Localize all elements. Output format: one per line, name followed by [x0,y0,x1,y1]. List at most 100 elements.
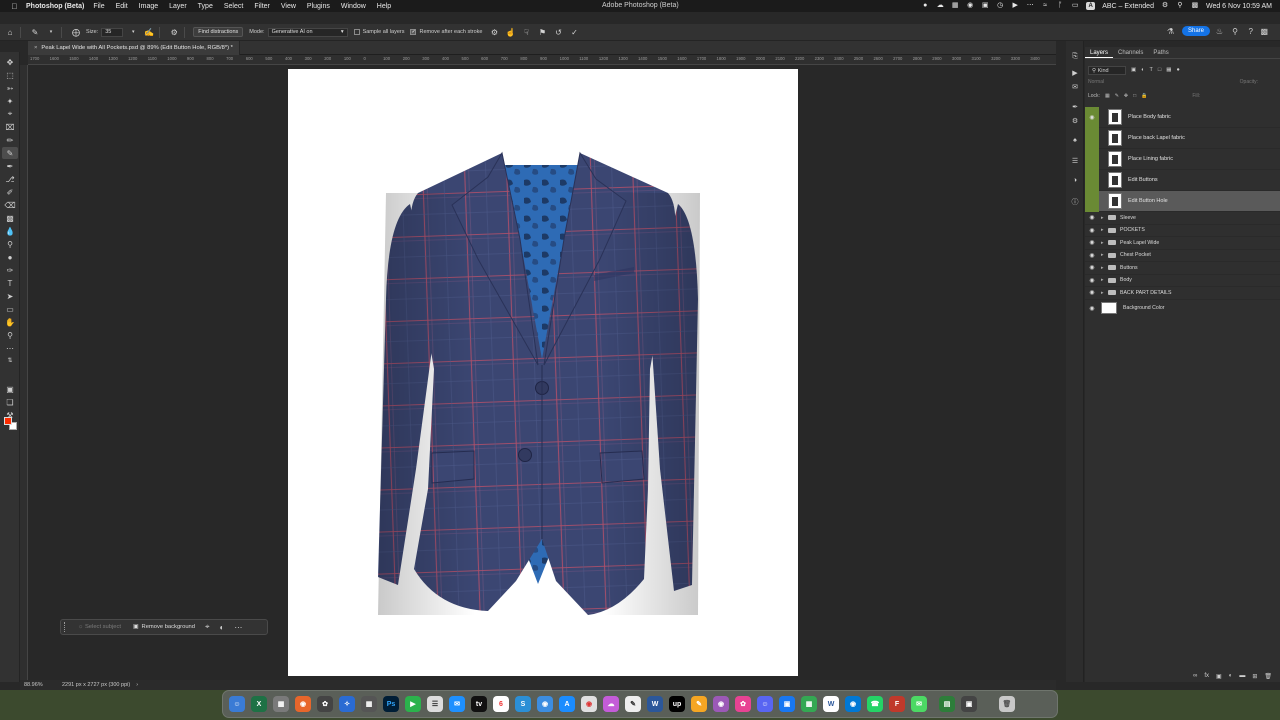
chevron-right-icon[interactable]: ▸ [1101,265,1108,271]
launchpad-icon[interactable]: ▦ [273,696,289,712]
brush-settings-icon[interactable]: ✒ [1070,103,1080,113]
hand-tool-icon[interactable]: ✋ [2,316,18,328]
new-group-icon[interactable]: ▬ [1239,673,1245,679]
menu-type[interactable]: Type [198,3,213,10]
more-options-icon[interactable]: ⋯ [234,623,242,632]
drag-handle-icon[interactable] [64,622,70,632]
calculator-icon[interactable]: ▦ [361,696,377,712]
excel-icon[interactable]: X [251,696,267,712]
filter-pixel-icon[interactable]: ▣ [1131,67,1136,73]
home-icon[interactable]: ⌂ [4,26,16,38]
input-source-label[interactable]: ABC – Extended [1102,3,1154,10]
foreground-color-swatch[interactable] [4,417,12,425]
eye-icon[interactable]: ◉ [1085,214,1099,221]
document-tab[interactable]: × Peak Lapel Wide with All Pockets.psd @… [28,41,240,55]
eye-icon[interactable] [1085,148,1099,170]
screenshot-icon[interactable]: ▣ [961,696,977,712]
size-dropdown-icon[interactable]: ▾ [127,26,139,38]
calendar-icon[interactable]: 6 [493,696,509,712]
lasso-tool-icon[interactable]: ➳ [2,82,18,94]
filter-type-icon[interactable]: T [1150,67,1153,73]
layer-row[interactable]: Edit Buttons [1085,169,1280,191]
creative-cloud-icon[interactable]: ☁ [603,696,619,712]
quick-mask-icon[interactable]: ▣ [2,383,18,395]
tab-layers[interactable]: Layers [1085,47,1114,58]
history-icon[interactable]: ⎘ [1070,53,1080,63]
help-icon[interactable]: ? [1249,27,1253,36]
messages-icon[interactable]: ✉ [911,696,927,712]
gear-icon[interactable]: ⚙ [168,26,180,38]
thumbs-up-icon[interactable]: ☝ [504,26,516,38]
search-icon[interactable]: ⚲ [1176,2,1184,10]
commit-check-icon[interactable]: ✓ [568,26,580,38]
sheets-icon[interactable]: ▦ [801,696,817,712]
search-icon[interactable]: ⚲ [1232,27,1238,36]
learn-icon[interactable]: ⚗ [1167,27,1174,36]
group-row[interactable]: ◉ ▸ Sleeve [1085,212,1280,225]
shield-status-icon[interactable]: ● [921,2,929,10]
path-select-tool-icon[interactable]: ➤ [2,290,18,302]
eye-icon[interactable] [1085,127,1099,149]
group-row[interactable]: ◉ ▸ Buttons [1085,262,1280,275]
swap-colors-icon[interactable]: ⇅ [2,354,18,366]
stamp-tool-icon[interactable]: ⎇ [2,173,18,185]
sample-all-layers-label[interactable]: Sample all layers [363,29,405,35]
discord-icon[interactable]: ☺ [757,696,773,712]
firefox-icon[interactable]: ◉ [295,696,311,712]
brush-settings-icon[interactable]: ⨁ [70,26,82,38]
adjustment-icon[interactable]: ◐ [220,623,225,632]
menu-filter[interactable]: Filter [254,3,270,10]
tab-channels[interactable]: Channels [1113,47,1148,58]
chevron-down-icon[interactable]: ▾ [45,26,57,38]
chrome-icon[interactable]: ◉ [581,696,597,712]
filter-shape-icon[interactable]: □ [1158,67,1161,73]
layer-row-selected[interactable]: Edit Button Hole [1085,190,1280,212]
skype-icon[interactable]: S [515,696,531,712]
vertical-ruler[interactable] [20,65,28,680]
crop-tool-icon[interactable]: ⌖ [2,108,18,120]
podcasts-icon[interactable]: ◉ [713,696,729,712]
word-icon[interactable]: W [647,696,663,712]
app-store-icon[interactable]: A [559,696,575,712]
actions-icon[interactable]: ▶ [1070,69,1080,79]
safari-icon[interactable]: ✧ [339,696,355,712]
filter-adjustment-icon[interactable]: ◐ [1141,67,1144,73]
app-name[interactable]: Photoshop (Beta) [26,3,84,10]
chevron-right-icon[interactable]: ▸ [1101,240,1108,246]
eye-icon[interactable]: ◉ [1085,277,1099,284]
shape-tool-icon[interactable]: ▭ [2,303,18,315]
remove-tool-icon[interactable]: ✎ [2,147,18,159]
gradient-tool-icon[interactable]: ▩ [2,212,18,224]
meet-icon[interactable]: ▣ [779,696,795,712]
add-mask-icon[interactable]: ▣ [1216,673,1222,680]
menu-help[interactable]: Help [377,3,391,10]
thumbs-down-icon[interactable]: ☟ [520,26,532,38]
wifi-icon[interactable]: ≈ [1041,2,1049,10]
document-canvas[interactable] [288,69,798,676]
bluetooth-icon[interactable]: ᚩ [1056,2,1064,10]
transform-icon[interactable]: ⌖ [205,622,210,632]
eraser-tool-icon[interactable]: ⌫ [2,199,18,211]
filter-smart-icon[interactable]: ▦ [1166,67,1171,73]
eye-icon[interactable]: ◉ [1085,289,1099,296]
chevron-right-icon[interactable]: ▸ [1101,290,1108,296]
color-icon[interactable]: ◑ [1070,177,1080,187]
eye-icon[interactable]: ◉ [1085,305,1099,312]
tab-paths[interactable]: Paths [1148,47,1173,58]
more-icon[interactable]: ⋯ [1026,2,1034,10]
chevron-right-icon[interactable]: ▸ [1101,277,1108,283]
trash-icon[interactable]: 🗑 [999,696,1015,712]
accessibility-icon[interactable]: ⚙ [1161,2,1169,10]
remove-after-stroke-label[interactable]: Remove after each stroke [419,29,482,35]
eye-icon[interactable]: ◉ [1085,252,1099,259]
properties-icon[interactable]: ☰ [1070,157,1080,167]
pen-tool-icon[interactable]: ✑ [2,264,18,276]
menu-window[interactable]: Window [341,3,366,10]
chevron-right-icon[interactable]: ▸ [1101,215,1108,221]
marquee-tool-icon[interactable]: ⬚ [2,69,18,81]
eye-icon[interactable] [1085,169,1099,191]
screen-mode-icon[interactable]: ❏ [2,396,18,408]
menu-view[interactable]: View [281,3,296,10]
quick-select-tool-icon[interactable]: ✦ [2,95,18,107]
eye-icon[interactable]: ◉ [1085,106,1099,128]
